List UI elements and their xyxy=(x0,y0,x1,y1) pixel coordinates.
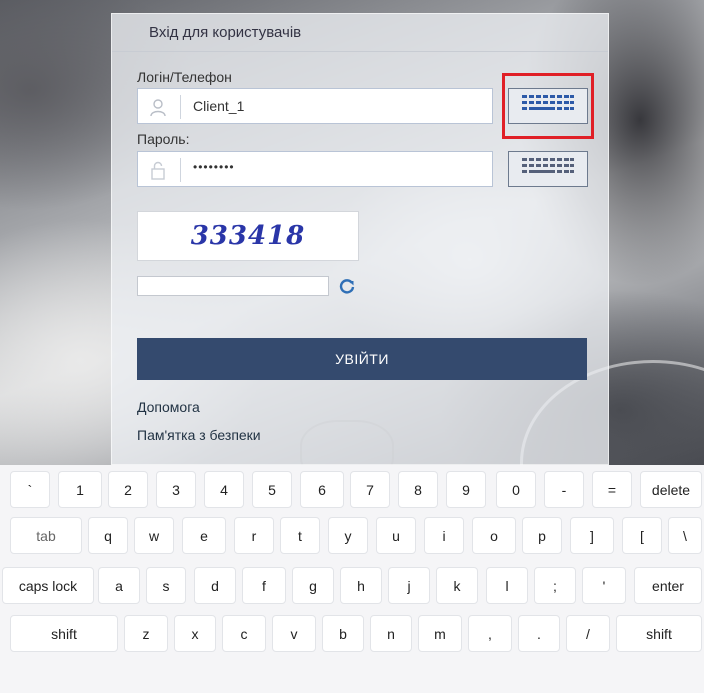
key[interactable]: ` xyxy=(10,471,50,508)
login-submit-button[interactable]: УВІЙТИ xyxy=(137,338,587,380)
login-label: Логін/Телефон xyxy=(137,69,232,85)
login-panel: Вхід для користувачів Логін/Телефон Clie… xyxy=(111,13,609,465)
captcha-text: 333418 xyxy=(190,221,306,251)
input-separator xyxy=(180,95,181,119)
help-link[interactable]: Допомога xyxy=(137,399,200,415)
input-separator xyxy=(180,158,181,182)
key[interactable]: z xyxy=(124,615,168,652)
refresh-icon[interactable] xyxy=(338,277,356,295)
key[interactable]: o xyxy=(472,517,516,554)
key[interactable]: 8 xyxy=(398,471,438,508)
key[interactable]: 3 xyxy=(156,471,196,508)
key[interactable]: 1 xyxy=(58,471,102,508)
key[interactable]: 0 xyxy=(496,471,536,508)
key[interactable]: t xyxy=(280,517,320,554)
password-input[interactable]: •••••••• xyxy=(137,151,493,187)
key[interactable]: h xyxy=(340,567,382,604)
key[interactable]: 7 xyxy=(350,471,390,508)
key[interactable]: u xyxy=(376,517,416,554)
password-keyboard-button[interactable] xyxy=(508,151,588,187)
key[interactable]: ] xyxy=(570,517,614,554)
key[interactable]: b xyxy=(322,615,364,652)
key[interactable]: , xyxy=(468,615,512,652)
key[interactable]: y xyxy=(328,517,368,554)
security-memo-link[interactable]: Пам'ятка з безпеки xyxy=(137,427,261,443)
password-label: Пароль: xyxy=(137,131,190,147)
key[interactable]: 5 xyxy=(252,471,292,508)
key-shift-right[interactable]: shift xyxy=(616,615,702,652)
key[interactable]: j xyxy=(388,567,430,604)
key-caps-lock[interactable]: caps lock xyxy=(2,567,94,604)
key[interactable]: 4 xyxy=(204,471,244,508)
lock-icon xyxy=(148,160,168,180)
key[interactable]: 6 xyxy=(300,471,344,508)
key-delete[interactable]: delete xyxy=(640,471,702,508)
key[interactable]: 9 xyxy=(446,471,486,508)
key[interactable]: p xyxy=(522,517,562,554)
login-input[interactable]: Client_1 xyxy=(137,88,493,124)
key[interactable]: s xyxy=(146,567,186,604)
key[interactable]: l xyxy=(486,567,528,604)
key[interactable]: ' xyxy=(582,567,626,604)
login-value: Client_1 xyxy=(193,98,245,114)
key[interactable]: - xyxy=(544,471,584,508)
highlight-box xyxy=(502,73,594,139)
key[interactable]: a xyxy=(98,567,140,604)
key[interactable]: i xyxy=(424,517,464,554)
key[interactable]: ; xyxy=(534,567,576,604)
key[interactable]: / xyxy=(566,615,610,652)
key[interactable]: v xyxy=(272,615,316,652)
key[interactable]: r xyxy=(234,517,274,554)
key[interactable]: [ xyxy=(622,517,662,554)
key[interactable]: n xyxy=(370,615,412,652)
key[interactable]: x xyxy=(174,615,216,652)
captcha-input[interactable] xyxy=(137,276,329,296)
key[interactable]: m xyxy=(418,615,462,652)
key[interactable]: k xyxy=(436,567,478,604)
panel-title: Вхід для користувачів xyxy=(112,14,608,52)
keyboard-icon xyxy=(520,156,576,183)
key[interactable]: q xyxy=(88,517,128,554)
key[interactable]: = xyxy=(592,471,632,508)
key[interactable]: d xyxy=(194,567,236,604)
key[interactable]: e xyxy=(182,517,226,554)
key[interactable]: g xyxy=(292,567,334,604)
virtual-keyboard: ` 1 2 3 4 5 6 7 8 9 0 - = delete tab q w… xyxy=(0,465,704,693)
key-enter[interactable]: enter xyxy=(634,567,702,604)
key-shift-left[interactable]: shift xyxy=(10,615,118,652)
key[interactable]: \ xyxy=(668,517,702,554)
key[interactable]: . xyxy=(518,615,560,652)
key[interactable]: c xyxy=(222,615,266,652)
key[interactable]: w xyxy=(134,517,174,554)
password-value: •••••••• xyxy=(193,160,235,174)
key[interactable]: 2 xyxy=(108,471,148,508)
user-icon xyxy=(148,97,168,117)
captcha-image: 333418 xyxy=(137,211,359,261)
key[interactable]: f xyxy=(242,567,286,604)
key-tab[interactable]: tab xyxy=(10,517,82,554)
